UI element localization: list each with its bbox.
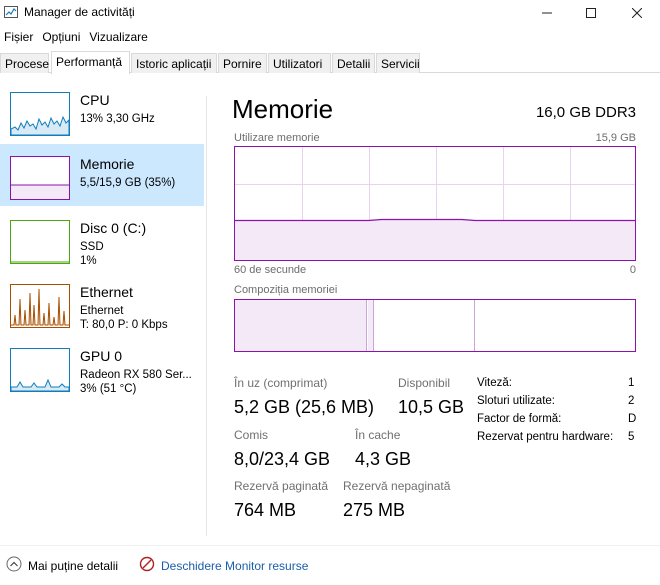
composition-standby[interactable] xyxy=(375,300,475,351)
sidebar-item-gpu[interactable]: GPU 0 Radeon RX 580 Ser... 3% (51 °C) xyxy=(0,336,204,398)
graph-zero-label: 0 xyxy=(629,264,636,276)
available-label: Disponibil xyxy=(398,376,451,390)
close-icon[interactable] xyxy=(614,0,660,26)
resource-monitor-label: Deschidere Monitor resurse xyxy=(161,558,309,573)
hardware-reserved-label: Rezervat pentru hardware: xyxy=(477,431,614,443)
form-factor-label: Factor de formă: xyxy=(477,413,562,425)
menu-options[interactable]: Opțiuni xyxy=(38,28,85,48)
memory-usage-graph xyxy=(234,146,636,261)
sidebar-item-ethernet[interactable]: Ethernet Ethernet T: 80,0 P: 0 Kbps xyxy=(0,272,204,334)
fewer-details-label: Mai puține detalii xyxy=(28,558,119,573)
paged-pool-label: Rezervă paginată xyxy=(234,479,329,493)
gpu-thumbnail-graph xyxy=(10,348,70,392)
memory-thumbnail-graph xyxy=(10,156,70,200)
tab-performance[interactable]: Performanță xyxy=(51,51,130,74)
page-title: Memorie xyxy=(232,94,334,124)
memory-spec: 16,0 GB DDR3 xyxy=(535,104,636,121)
usage-graph-max: 15,9 GB xyxy=(595,132,636,144)
cached-label: În cache xyxy=(355,428,401,442)
ethernet-thumbnail-graph xyxy=(10,284,70,328)
minimize-icon[interactable] xyxy=(524,0,570,26)
usage-graph-label: Utilizare memorie xyxy=(234,132,320,144)
sidebar-item-detail: 13% 3,30 GHz xyxy=(80,113,155,125)
sidebar-item-detail: 5,5/15,9 GB (35%) xyxy=(80,177,176,189)
committed-value: 8,0/23,4 GB xyxy=(234,449,331,469)
committed-label: Comis xyxy=(234,428,269,442)
tab-startup[interactable]: Pornire xyxy=(218,53,267,73)
hardware-reserved-value: 5 xyxy=(628,431,635,443)
menu-file[interactable]: Fișier xyxy=(0,28,38,48)
memory-usage-area xyxy=(235,219,635,260)
tab-users[interactable]: Utilizatori xyxy=(268,53,331,73)
resource-monitor-icon xyxy=(139,556,155,575)
composition-modified[interactable] xyxy=(368,300,374,351)
cpu-thumbnail-graph xyxy=(10,92,70,136)
menu-bar: Fișier Opțiuni Vizualizare xyxy=(0,28,153,48)
form-factor-value: D xyxy=(628,413,637,425)
tab-processes[interactable]: Procese xyxy=(0,53,49,73)
speed-value: 1 xyxy=(628,377,635,389)
nonpaged-pool-label: Rezervă nepaginată xyxy=(343,479,451,493)
memory-usage-svg xyxy=(235,147,635,260)
sidebar-item-detail: 1% xyxy=(80,255,97,267)
sidebar-item-label: Memorie xyxy=(80,156,135,172)
slots-value: 2 xyxy=(628,395,635,407)
sidebar-item-label: CPU xyxy=(80,92,110,108)
composition-in-use[interactable] xyxy=(235,300,367,351)
sidebar-item-cpu[interactable]: CPU 13% 3,30 GHz xyxy=(0,80,204,142)
tab-app-history[interactable]: Istoric aplicații xyxy=(131,53,217,73)
sidebar-item-detail: Radeon RX 580 Ser... xyxy=(80,369,192,381)
tab-services[interactable]: Servicii xyxy=(376,53,420,73)
task-manager-icon xyxy=(4,6,18,18)
sidebar-item-label: Disc 0 (C:) xyxy=(80,220,147,236)
memory-composition-bar xyxy=(234,299,636,352)
sidebar-item-detail: SSD xyxy=(80,241,104,253)
footer-divider xyxy=(0,545,660,546)
speed-label: Viteză: xyxy=(477,377,512,389)
menu-view[interactable]: Vizualizare xyxy=(85,28,152,48)
slots-label: Sloturi utilizate: xyxy=(477,395,555,407)
chevron-up-icon xyxy=(6,556,22,575)
sidebar-item-label: Ethernet xyxy=(80,284,133,300)
tab-strip: Procese Performanță Istoric aplicații Po… xyxy=(0,51,660,74)
resource-sidebar: CPU 13% 3,30 GHz Memorie 5,5/15,9 GB (35… xyxy=(0,80,206,540)
paged-pool-value: 764 MB xyxy=(234,500,297,520)
panel-divider xyxy=(206,96,207,536)
in-use-label: În uz (comprimat) xyxy=(234,376,328,390)
sidebar-item-detail: Ethernet xyxy=(80,305,124,317)
available-value: 10,5 GB xyxy=(398,397,465,417)
graph-time-label: 60 de secunde xyxy=(234,264,307,276)
title-bar: Manager de activități xyxy=(0,0,660,26)
sidebar-item-detail: T: 80,0 P: 0 Kbps xyxy=(80,319,168,331)
disk-thumbnail-graph xyxy=(10,220,70,264)
nonpaged-pool-value: 275 MB xyxy=(343,500,406,520)
cached-value: 4,3 GB xyxy=(355,449,412,469)
window-title: Manager de activități xyxy=(24,5,135,19)
sidebar-item-disk[interactable]: Disc 0 (C:) SSD 1% xyxy=(0,208,204,270)
resource-monitor-link[interactable]: Deschidere Monitor resurse xyxy=(139,556,308,575)
composition-label: Compoziția memoriei xyxy=(234,284,338,296)
fewer-details-button[interactable]: Mai puține detalii xyxy=(6,556,118,575)
composition-free[interactable] xyxy=(476,300,635,351)
sidebar-item-label: GPU 0 xyxy=(80,348,123,364)
tab-details[interactable]: Detalii xyxy=(332,53,375,73)
maximize-icon[interactable] xyxy=(568,0,614,26)
sidebar-item-detail: 3% (51 °C) xyxy=(80,383,137,395)
in-use-value: 5,2 GB (25,6 MB) xyxy=(234,397,375,417)
sidebar-item-memory[interactable]: Memorie 5,5/15,9 GB (35%) xyxy=(0,144,204,206)
